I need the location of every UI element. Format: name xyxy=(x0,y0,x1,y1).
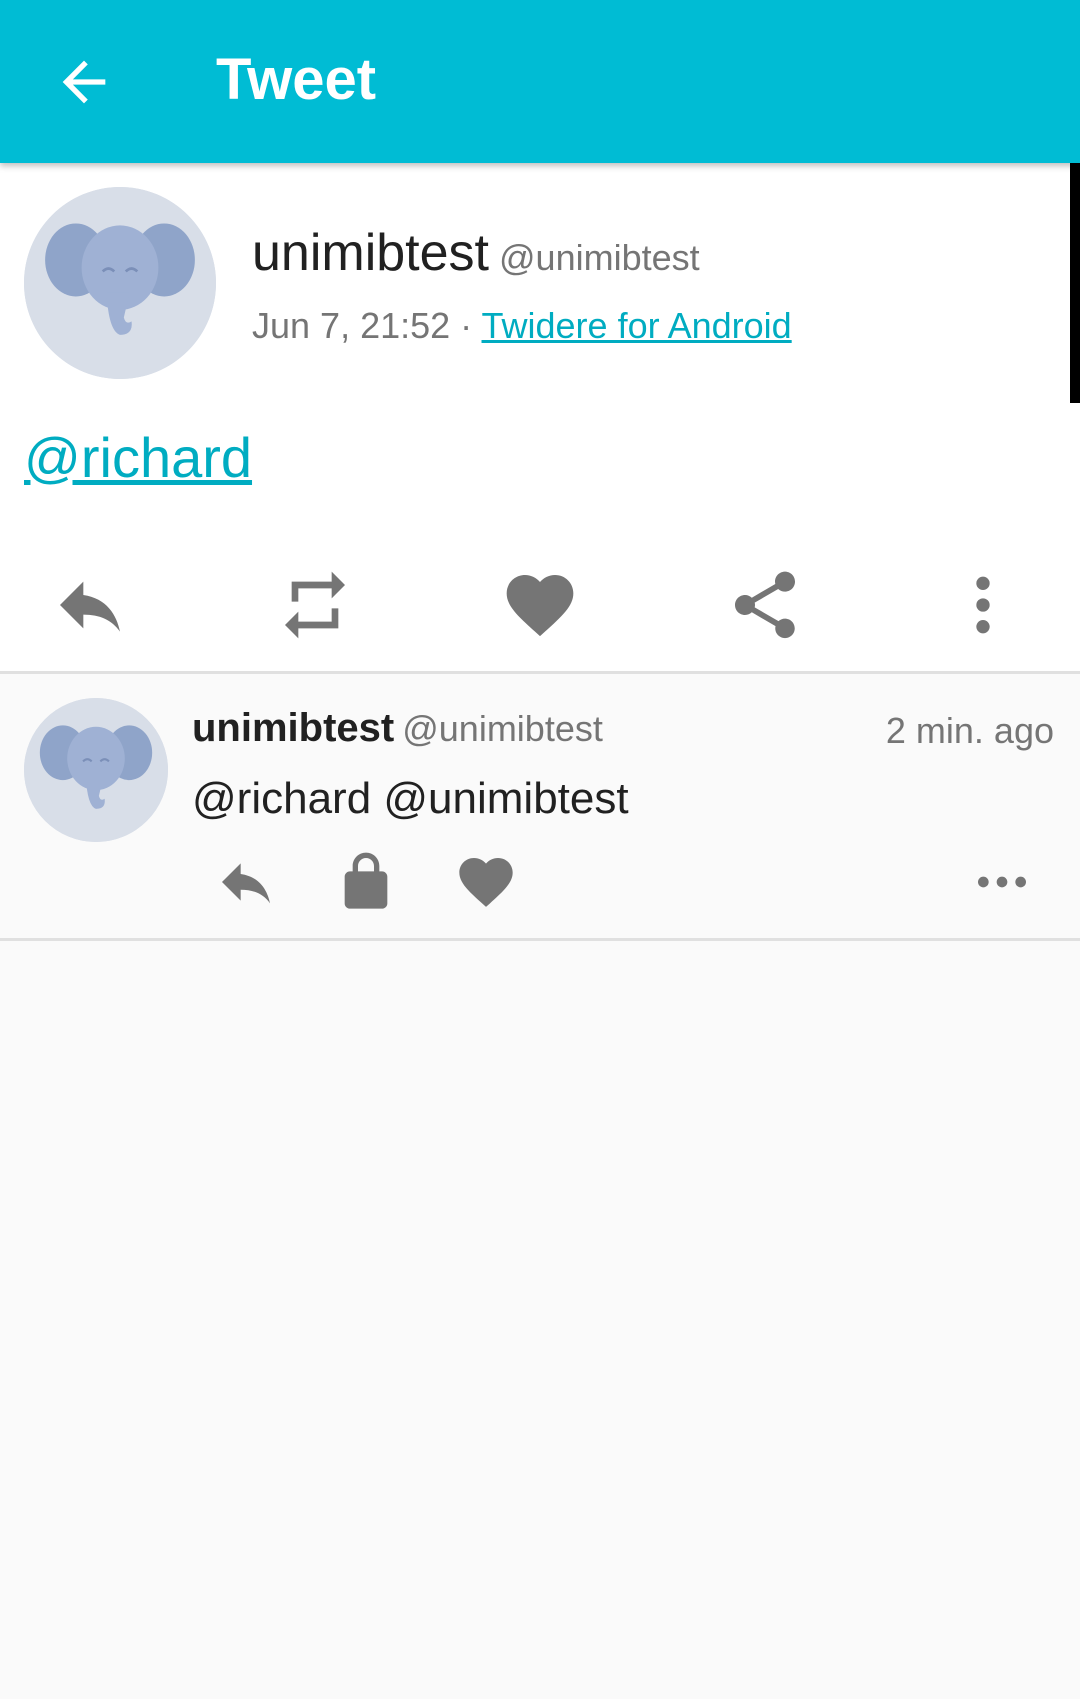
lock-icon xyxy=(344,852,388,909)
favorite-button[interactable] xyxy=(454,850,518,914)
more-button[interactable] xyxy=(970,850,1034,914)
reply-text: @richard @unimibtest xyxy=(192,774,629,823)
list-item[interactable]: unimibtest @unimibtest 2 min. ago @richar… xyxy=(0,674,1080,938)
app-bar: Tweet xyxy=(0,0,1080,163)
share-icon xyxy=(735,571,795,639)
status-meta: Jun 7, 21:52 · Twidere for Android xyxy=(252,305,792,347)
back-button[interactable] xyxy=(52,50,116,114)
lock-button[interactable] xyxy=(334,850,398,914)
user-name: unimibtest xyxy=(192,706,395,750)
status-time: Jun 7, 21:52 xyxy=(252,305,451,346)
reply-time: 2 min. ago xyxy=(885,710,1054,751)
status-detail: unimibtest @unimibtest Jun 7, 21:52 · Twi… xyxy=(0,163,1080,671)
user-name-row: unimibtest @unimibtest xyxy=(252,223,700,283)
retweet-button[interactable] xyxy=(275,565,355,645)
divider xyxy=(0,938,1080,941)
more-vertical-icon xyxy=(976,576,990,634)
reply-button[interactable] xyxy=(214,850,278,914)
more-button[interactable] xyxy=(943,565,1023,645)
favorite-button[interactable] xyxy=(500,565,580,645)
tweet-text[interactable]: @richard xyxy=(24,425,252,490)
avatar[interactable] xyxy=(24,187,216,379)
avatar[interactable] xyxy=(24,698,168,842)
status-actions xyxy=(0,543,1080,663)
more-horizontal-icon xyxy=(978,876,1026,888)
meta-separator: · xyxy=(450,305,482,346)
retweet-icon xyxy=(285,571,345,639)
source-link[interactable]: Twidere for Android xyxy=(482,305,792,346)
reply-name-row: unimibtest @unimibtest xyxy=(192,706,603,751)
elephant-avatar-icon xyxy=(24,698,168,842)
heart-icon xyxy=(506,575,574,637)
reply-icon xyxy=(222,863,270,904)
user-handle: @unimibtest xyxy=(402,708,603,749)
user-name[interactable]: unimibtest xyxy=(252,224,489,282)
page-title: Tweet xyxy=(216,47,377,112)
heart-icon xyxy=(459,858,513,907)
reply-button[interactable] xyxy=(50,565,130,645)
elephant-avatar-icon xyxy=(24,187,216,379)
share-button[interactable] xyxy=(725,565,805,645)
user-handle[interactable]: @unimibtest xyxy=(499,237,700,278)
reply-icon xyxy=(60,581,120,632)
arrow-left-icon xyxy=(62,60,106,104)
scroll-indicator xyxy=(1070,163,1080,403)
